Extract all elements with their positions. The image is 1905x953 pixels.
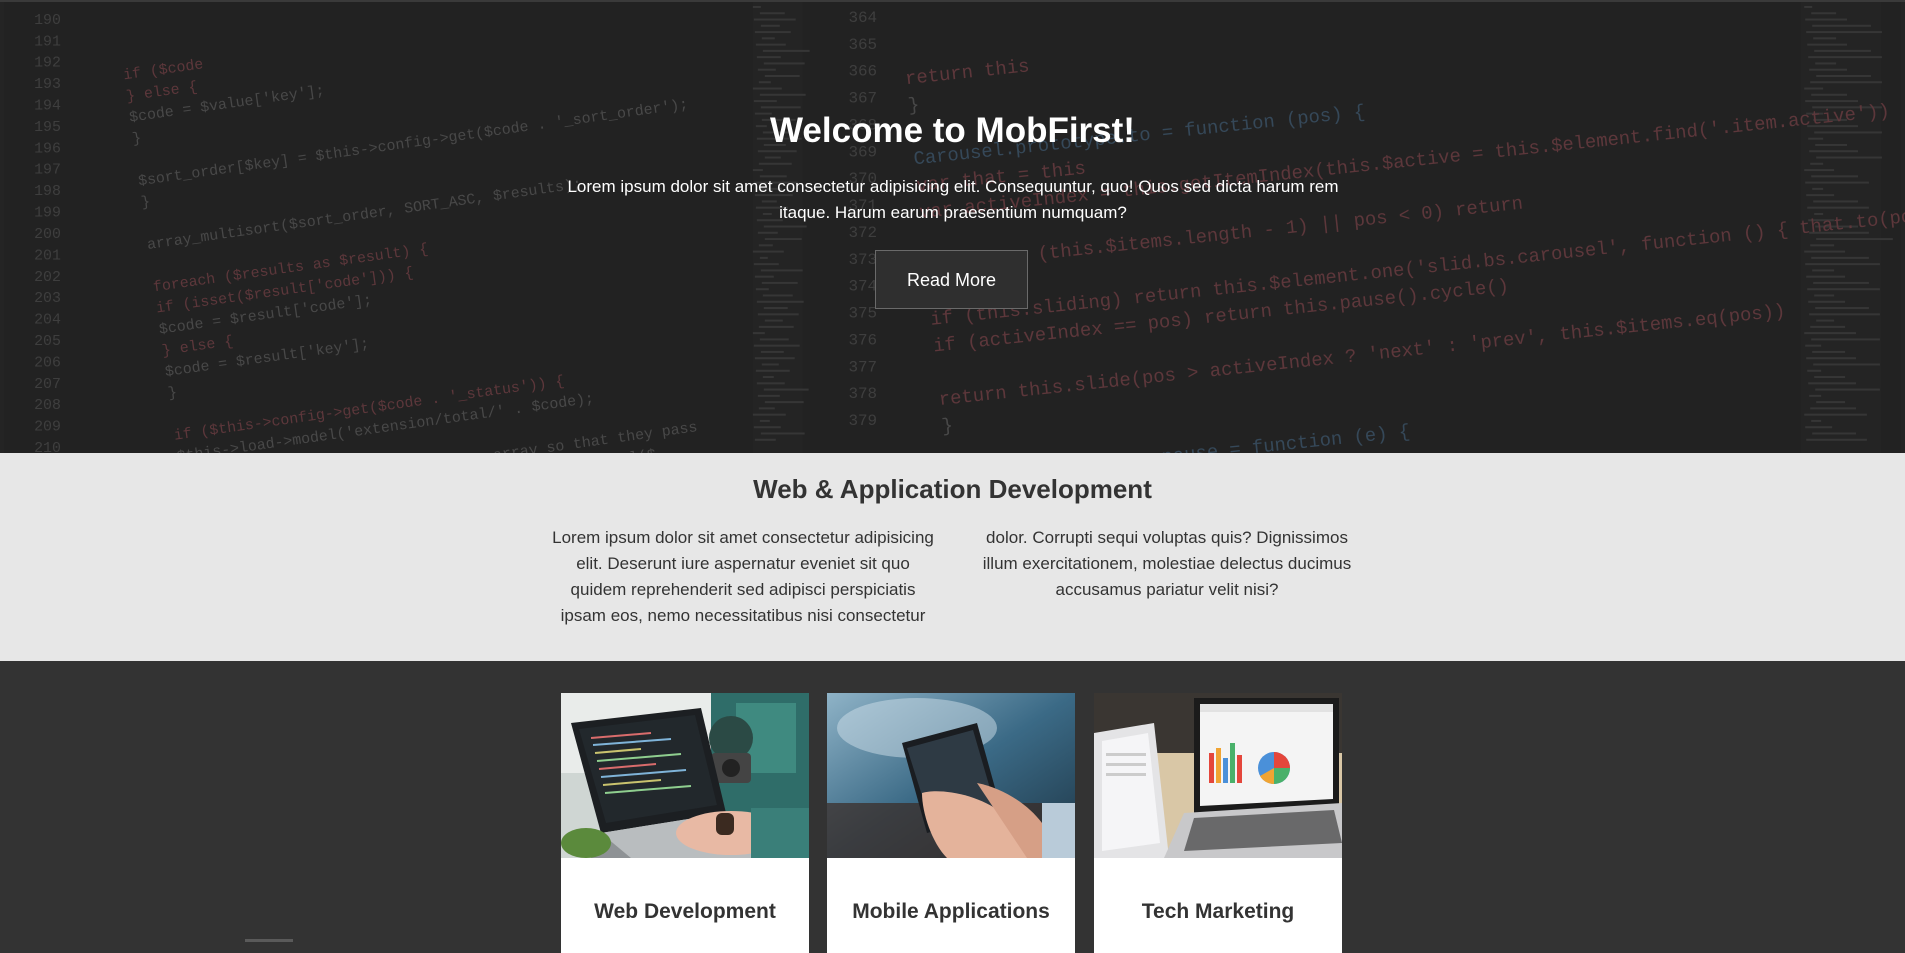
- card-title: Web Development: [594, 900, 776, 923]
- hero-section: if ($code } else { $code = $value['key']…: [0, 0, 1905, 453]
- service-card-web-development[interactable]: Web Development: [561, 693, 809, 953]
- card-title: Tech Marketing: [1141, 900, 1295, 923]
- service-card-mobile-applications[interactable]: Mobile Applications: [827, 693, 1075, 953]
- services-intro-section: Web & Application Development Lorem ipsu…: [0, 453, 1905, 661]
- read-more-button[interactable]: Read More: [875, 250, 1028, 309]
- services-description: Lorem ipsum dolor sit amet consectetur a…: [550, 525, 1360, 629]
- hero-overlay: [0, 2, 1905, 453]
- hero-title: Welcome to MobFirst!: [770, 111, 1135, 150]
- laptop-code-photo: [561, 693, 809, 858]
- smartphone-hands-photo: [827, 693, 1075, 858]
- laptop-charts-photo: [1094, 693, 1342, 858]
- services-text: Lorem ipsum dolor sit amet consectetur a…: [552, 528, 1352, 625]
- services-title: Web & Application Development: [753, 474, 1152, 504]
- services-cards-section: Web Development Mobile Applications Tech…: [0, 661, 1905, 953]
- service-card-tech-marketing[interactable]: Tech Marketing: [1094, 693, 1342, 953]
- hero-text: Lorem ipsum dolor sit amet consectetur a…: [567, 177, 1339, 222]
- card-title: Mobile Applications: [852, 900, 1050, 923]
